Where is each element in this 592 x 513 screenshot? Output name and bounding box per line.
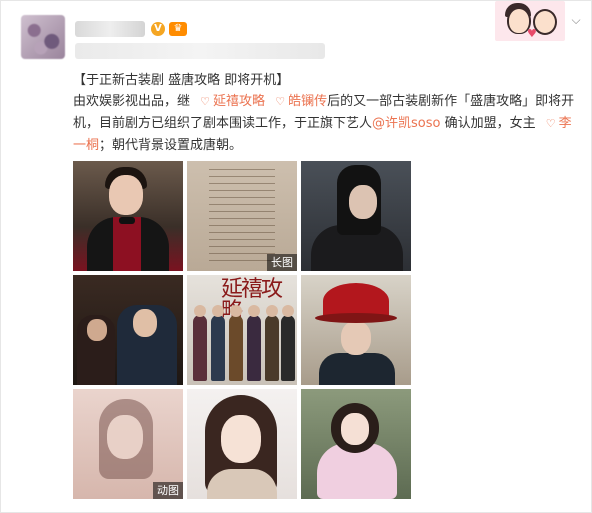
post-body: 由欢娱影视出品，继 ♡ 延禧攻略 ♡ 皓镧传后的又一部古装剧新作「盛唐攻略」即将开机… bbox=[73, 91, 577, 157]
weibo-post-card: V ♛ ♥ ⌵ 【于正新古装剧 盛唐攻略 即将开机】 由欢娱影视出品，继 ♡ 延禧… bbox=[0, 0, 592, 513]
post-text-segment: ；朝代背景设置成唐朝。 bbox=[99, 138, 243, 153]
photo-man-long-hair[interactable] bbox=[301, 161, 411, 271]
photo-man-red-shirt[interactable] bbox=[73, 161, 183, 271]
topic-link-haolan[interactable]: ♡ 皓镧传 bbox=[269, 94, 327, 109]
post-meta bbox=[75, 43, 325, 59]
photo-document[interactable]: 长图 bbox=[187, 161, 297, 271]
gif-tag: 动图 bbox=[153, 482, 183, 499]
card-decoration-cartoon: ♥ bbox=[495, 1, 565, 41]
username[interactable] bbox=[75, 21, 145, 37]
verified-badge: V bbox=[151, 22, 165, 36]
vip-crown-icon: ♛ bbox=[169, 22, 187, 36]
photo-drama-scene[interactable] bbox=[73, 275, 183, 385]
post-text-segment: 由欢娱影视出品，继 bbox=[73, 94, 191, 109]
topic-link-yanxi[interactable]: ♡ 延禧攻略 bbox=[194, 94, 265, 109]
photo-woman-pink-dress[interactable] bbox=[301, 389, 411, 499]
topic-icon: ♡ bbox=[275, 95, 286, 108]
user-avatar[interactable] bbox=[21, 15, 65, 59]
image-grid: 长图 延禧攻略 动图 bbox=[73, 161, 415, 499]
topic-icon: ♡ bbox=[545, 117, 556, 130]
long-image-tag: 长图 bbox=[267, 254, 297, 271]
topic-icon: ♡ bbox=[200, 95, 211, 108]
mention-link-xukai[interactable]: @许凯soso bbox=[372, 116, 440, 131]
post-title: 【于正新古装剧 盛唐攻略 即将开机】 bbox=[73, 73, 290, 88]
topic-label: 延禧攻略 bbox=[213, 94, 266, 109]
post-text-segment: 确认加盟，女主 bbox=[440, 116, 536, 131]
chevron-down-icon[interactable]: ⌵ bbox=[569, 13, 583, 27]
photo-yanxi-poster[interactable]: 延禧攻略 bbox=[187, 275, 297, 385]
topic-label: 皓镧传 bbox=[288, 94, 328, 109]
photo-man-red-hat[interactable] bbox=[301, 275, 411, 385]
photo-woman-soft[interactable]: 动图 bbox=[73, 389, 183, 499]
photo-woman-portrait[interactable] bbox=[187, 389, 297, 499]
